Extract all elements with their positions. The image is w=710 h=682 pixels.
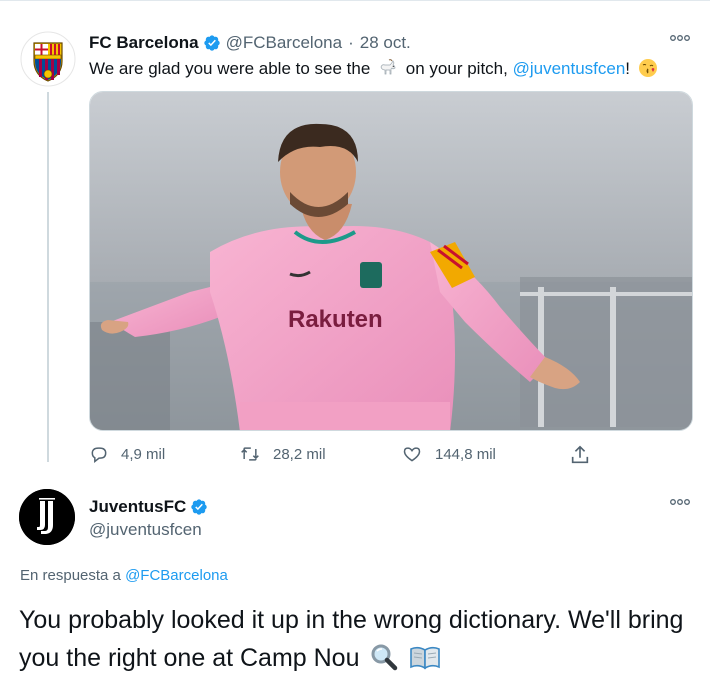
goat-emoji-icon [378,58,398,78]
juventus-mention-link[interactable]: @juventusfcen [513,59,626,78]
tweet2-text-body: You probably looked it up in the wrong d… [19,606,684,672]
share-button[interactable] [569,444,603,466]
tweet1-more-options-icon[interactable] [669,33,691,43]
tweet2-author-name[interactable]: JuventusFC [89,497,186,517]
shirt-sponsor-text: Rakuten [288,306,383,333]
tweet2-text: You probably looked it up in the wrong d… [19,601,705,677]
tweet1-text-part3: ! [625,59,631,78]
heart-icon [403,447,421,462]
verified-badge-icon [203,34,221,52]
tweet1-author-handle[interactable]: @FCBarcelona [226,33,342,53]
tweet1-action-bar: 4,9 mil 28,2 mil 144,8 mil [89,444,609,468]
like-count: 144,8 mil [435,445,496,463]
thread-connector-line [47,92,49,462]
verified-badge-icon [190,498,208,516]
tweet1-text-part2: on your pitch, [405,59,508,78]
top-divider [0,0,710,1]
juventus-avatar[interactable] [19,489,75,545]
reply-button[interactable]: 4,9 mil [89,444,165,464]
reply-context-label: En respuesta a [20,567,121,584]
retweet-button[interactable]: 28,2 mil [239,444,326,464]
fc-barcelona-avatar[interactable] [20,31,76,87]
tweet1-date[interactable]: 28 oct. [360,33,411,53]
retweet-icon [241,447,259,461]
juventus-logo-icon [19,489,75,545]
kissing-face-emoji-icon [638,58,658,78]
reply-to-mention-link[interactable]: @FCBarcelona [125,567,228,584]
tweet2-more-options-icon[interactable] [669,497,691,507]
tweet1-separator: · [348,33,354,52]
tweet1-text-part1: We are glad you were able to see the [89,59,371,78]
like-button[interactable]: 144,8 mil [401,444,496,464]
football-player-photo-image: Rakuten [90,92,692,430]
tweet1-author-name[interactable]: FC Barcelona [89,33,199,53]
magnifying-glass-emoji-icon [370,643,398,671]
tweet1-text: We are glad you were able to see the on … [89,58,661,80]
reply-count: 4,9 mil [121,445,166,463]
tweet2-author-handle[interactable]: @juventusfcen [89,520,202,540]
reply-context: En respuesta a @FCBarcelona [20,567,228,584]
tweet1-header: FC Barcelona @FCBarcelona · 28 oct. [89,33,411,53]
retweet-count: 28,2 mil [273,445,326,463]
tweet1-media-photo[interactable]: Rakuten [89,91,693,431]
reply-icon [91,447,107,464]
share-icon [571,445,589,464]
open-book-emoji-icon [409,643,441,671]
tweet2-header: JuventusFC [89,497,213,517]
